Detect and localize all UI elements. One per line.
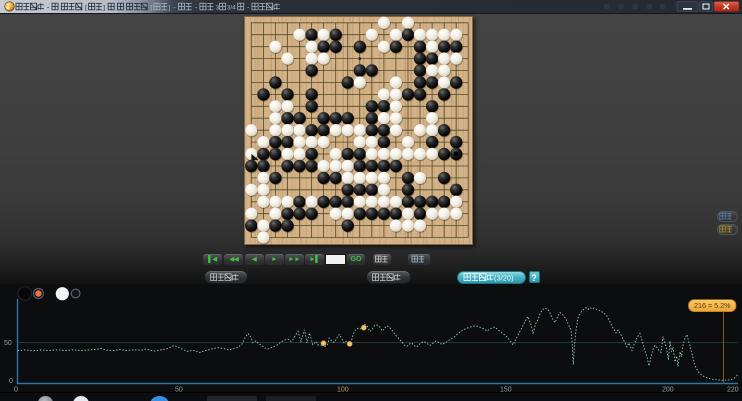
svg-text:]: ] bbox=[103, 4, 105, 11]
svg-text:[: [ bbox=[85, 4, 87, 11]
svg-text:[: [ bbox=[150, 4, 152, 11]
svg-text:3/4: 3/4 bbox=[227, 4, 236, 11]
svg-text:]: ] bbox=[168, 4, 170, 11]
svg-text:0: 0 bbox=[9, 378, 13, 385]
svg-text:3: 3 bbox=[215, 4, 219, 11]
svg-text:216 = 5.2%: 216 = 5.2% bbox=[694, 301, 731, 310]
svg-text:50: 50 bbox=[4, 340, 12, 347]
